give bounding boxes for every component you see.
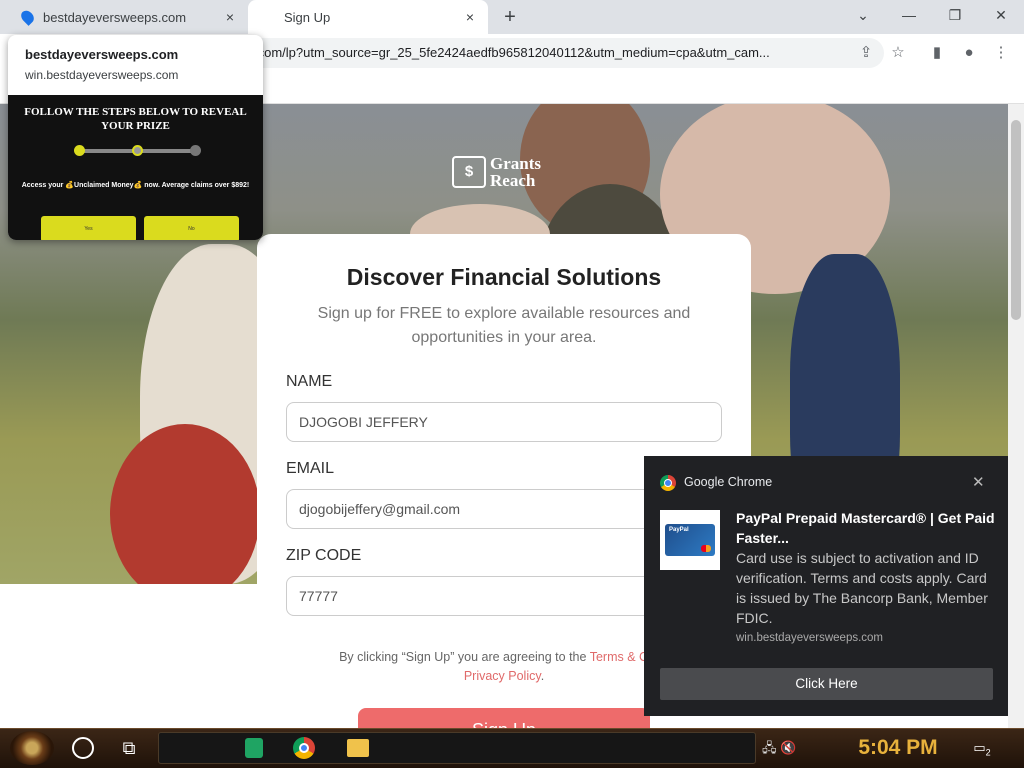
- notification-title: PayPal Prepaid Mastercard® | Get Paid Fa…: [736, 510, 995, 546]
- close-icon[interactable]: ✕: [972, 473, 985, 491]
- close-tab-icon[interactable]: ×: [462, 9, 478, 25]
- chrome-logo-icon: [660, 475, 676, 491]
- preview-title: FOLLOW THE STEPS BELOW TO REVEAL YOUR PR…: [24, 106, 247, 132]
- search-circle-icon[interactable]: [72, 737, 94, 759]
- preview-domain: bestdayeversweeps.com: [25, 47, 179, 62]
- preview-progress-steps: [74, 145, 201, 156]
- system-tray-icons[interactable]: 🖧 🔇: [762, 734, 852, 762]
- card-brand-label: PayPal: [669, 527, 689, 533]
- name-label: NAME: [286, 373, 333, 390]
- step-dot: [132, 145, 143, 156]
- address-bar[interactable]: .com/lp?utm_source=gr_25_5fe2424aedfb965…: [248, 38, 884, 68]
- message-icon: ▭: [973, 740, 986, 755]
- bookmark-star-icon[interactable]: ☆: [885, 40, 911, 66]
- preview-yes-button: Yes: [41, 216, 136, 240]
- chrome-notification[interactable]: Google Chrome ✕ PayPal PayPal Prepaid Ma…: [644, 456, 1008, 716]
- notification-count: 2: [985, 747, 991, 758]
- minimize-button[interactable]: —: [886, 0, 932, 30]
- tab-title: bestdayeversweeps.com: [43, 9, 187, 25]
- preview-thumbnail: FOLLOW THE STEPS BELOW TO REVEAL YOUR PR…: [8, 95, 263, 240]
- task-view-icon[interactable]: ⧉: [116, 735, 142, 761]
- menu-icon[interactable]: ⋮: [988, 40, 1014, 66]
- notification-body: Card use is subject to activation and ID…: [736, 550, 988, 626]
- click-here-button[interactable]: Click Here: [660, 668, 993, 700]
- preview-message: Access your 💰Unclaimed Money💰 now. Avera…: [21, 182, 250, 189]
- notification-source: win.bestdayeversweeps.com: [736, 632, 884, 644]
- file-explorer-icon[interactable]: [340, 734, 376, 762]
- tab-sign-up[interactable]: Sign Up ×: [248, 0, 488, 34]
- logo-line-2: Reach: [490, 171, 536, 190]
- preview-subdomain: win.bestdayeversweeps.com: [25, 68, 179, 82]
- share-icon[interactable]: ⇪: [853, 40, 879, 66]
- grants-reach-logo: $ Grants Reach: [452, 152, 562, 192]
- tab-title: Sign Up: [284, 9, 331, 25]
- notification-app-name: Google Chrome: [684, 475, 773, 489]
- notification-center-icon[interactable]: ▭2: [968, 736, 996, 760]
- logo-line-1: Grants: [490, 154, 541, 173]
- paypal-card-image: PayPal: [660, 510, 720, 570]
- close-window-button[interactable]: ✕: [978, 0, 1024, 30]
- form-title: Discover Financial Solutions: [346, 264, 662, 290]
- sheets-app-icon[interactable]: [236, 734, 272, 762]
- taskbar-clock[interactable]: 5:04 PM: [848, 734, 948, 762]
- chrome-app-icon[interactable]: [286, 734, 322, 762]
- email-label: EMAIL: [286, 460, 335, 477]
- step-dot: [190, 145, 201, 156]
- sign-up-button[interactable]: Sign Up: [358, 708, 650, 728]
- page-background: [0, 584, 256, 728]
- profile-icon[interactable]: ●: [956, 40, 982, 66]
- new-tab-button[interactable]: +: [498, 5, 522, 29]
- side-panel-icon[interactable]: ▮: [924, 40, 950, 66]
- envelope-dollar-icon: $: [452, 156, 486, 188]
- tab-hover-preview: bestdayeversweeps.com win.bestdayeverswe…: [8, 35, 263, 240]
- mastercard-circles-icon: [701, 545, 711, 552]
- preview-no-button: No: [144, 216, 239, 240]
- tab-search-icon[interactable]: ⌄: [840, 0, 886, 30]
- terms-suffix: .: [540, 669, 545, 683]
- privacy-policy-link[interactable]: Privacy Policy: [464, 669, 541, 683]
- card-icon: PayPal: [665, 524, 715, 556]
- tab-bestdayeversweeps[interactable]: bestdayeversweeps.com ×: [8, 0, 248, 34]
- terms-prefix: By clicking “Sign Up” you are agreeing t…: [339, 650, 590, 664]
- step-dot: [74, 145, 85, 156]
- name-input[interactable]: DJOGOBI JEFFERY: [286, 402, 722, 442]
- restore-button[interactable]: ❐: [932, 0, 978, 30]
- scrollbar-thumb[interactable]: [1011, 120, 1021, 320]
- zip-code-label: ZIP CODE: [286, 547, 362, 564]
- location-pin-icon: [18, 8, 37, 26]
- form-subtitle: Sign up for FREE to explore available re…: [317, 305, 691, 346]
- close-tab-icon[interactable]: ×: [222, 9, 238, 25]
- start-button[interactable]: [10, 731, 54, 765]
